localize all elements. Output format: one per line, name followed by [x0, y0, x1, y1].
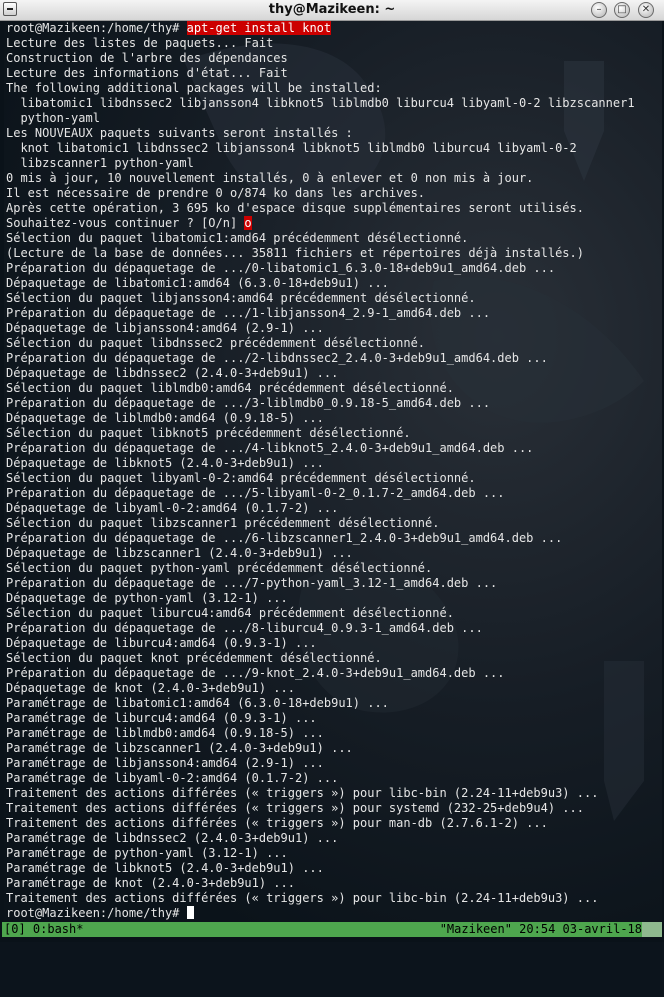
output-line: Sélection du paquet libatomic1:amd64 pré… — [6, 231, 469, 245]
output-line: Il est nécessaire de prendre 0 o/874 ko … — [6, 186, 426, 200]
output-line: Lecture des informations d'état... Fait — [6, 66, 288, 80]
output-line: python-yaml — [6, 111, 100, 125]
output-line: Paramétrage de knot (2.4.0-3+deb9u1) ... — [6, 876, 295, 890]
window-title: thy@Mazikeen: ~ — [268, 2, 396, 17]
output-line: Dépaquetage de libknot5 (2.4.0-3+deb9u1)… — [6, 456, 324, 470]
output-line: Traitement des actions différées (« trig… — [6, 816, 548, 830]
prompt: root@Mazikeen:/home/thy# — [6, 21, 180, 35]
confirm-prompt-line: Souhaitez-vous continuer ? [O/n] o — [6, 216, 635, 231]
output-line: Sélection du paquet liburcu4:amd64 précé… — [6, 606, 454, 620]
output-line: The following additional packages will b… — [6, 81, 382, 95]
status-window-list[interactable]: [0] 0:bash* — [4, 922, 83, 937]
output-line: Les NOUVEAUX paquets suivants seront ins… — [6, 126, 353, 140]
output-line: Préparation du dépaquetage de .../3-libl… — [6, 396, 491, 410]
output-line: Paramétrage de python-yaml (3.12-1) ... — [6, 846, 288, 860]
command-highlight: apt-get install knot — [186, 21, 332, 35]
output-line: (Lecture de la base de données... 35811 … — [6, 246, 584, 260]
output-line: Dépaquetage de libyaml-0-2:amd64 (0.1.7-… — [6, 501, 339, 515]
output-line: Préparation du dépaquetage de .../6-libz… — [6, 531, 563, 545]
output-line: knot libatomic1 libdnssec2 libjansson4 l… — [6, 141, 577, 155]
output-line: Sélection du paquet libyaml-0-2:amd64 pr… — [6, 471, 476, 485]
output-line: Préparation du dépaquetage de .../8-libu… — [6, 621, 483, 635]
output-line: Après cette opération, 3 695 ko d'espace… — [6, 201, 584, 215]
output-line: Sélection du paquet python-yaml précédem… — [6, 561, 433, 575]
maximize-icon[interactable]: □ — [614, 2, 630, 18]
output-line: Paramétrage de libknot5 (2.4.0-3+deb9u1)… — [6, 861, 324, 875]
confirm-question: Souhaitez-vous continuer ? [O/n] — [6, 216, 245, 230]
output-line: Paramétrage de libdnssec2 (2.4.0-3+deb9u… — [6, 831, 339, 845]
terminal-window: thy@Mazikeen: ~ – □ ✕ root@Mazikeen:/hom… — [0, 0, 664, 942]
output-line: Paramétrage de libyaml-0-2:amd64 (0.1.7-… — [6, 771, 339, 785]
close-icon[interactable]: ✕ — [638, 2, 654, 18]
output-line: Dépaquetage de knot (2.4.0-3+deb9u1) ... — [6, 681, 295, 695]
output-line: libatomic1 libdnssec2 libjansson4 libkno… — [6, 96, 635, 110]
output-line: Dépaquetage de libdnssec2 (2.4.0-3+deb9u… — [6, 366, 339, 380]
output-line: Paramétrage de liburcu4:amd64 (0.9.3-1) … — [6, 711, 317, 725]
output-line: Traitement des actions différées (« trig… — [6, 801, 584, 815]
terminal-output: root@Mazikeen:/home/thy# apt-get install… — [6, 21, 635, 921]
output-line: Paramétrage de libatomic1:amd64 (6.3.0-1… — [6, 696, 389, 710]
output-line: Préparation du dépaquetage de .../9-knot… — [6, 666, 505, 680]
output-line: Préparation du dépaquetage de .../0-liba… — [6, 261, 556, 275]
output-line: Construction de l'arbre des dépendances — [6, 51, 288, 65]
minimize-icon[interactable]: – — [591, 2, 607, 18]
output-line: Dépaquetage de libzscanner1 (2.4.0-3+deb… — [6, 546, 353, 560]
output-line: Préparation du dépaquetage de .../2-libd… — [6, 351, 548, 365]
title-bar[interactable]: thy@Mazikeen: ~ – □ ✕ — [0, 0, 664, 21]
terminal-area[interactable]: root@Mazikeen:/home/thy# apt-get install… — [4, 21, 662, 922]
status-host-clock: "Mazikeen" 20:54 03-avril-18 — [439, 922, 642, 936]
output-line: Paramétrage de liblmdb0:amd64 (0.9.18-5)… — [6, 726, 324, 740]
output-line: Sélection du paquet libjansson4:amd64 pr… — [6, 291, 476, 305]
status-bar-edge — [642, 922, 662, 937]
output-line: Dépaquetage de python-yaml (3.12-1) ... — [6, 591, 288, 605]
prompt: root@Mazikeen:/home/thy# — [6, 906, 180, 920]
output-line: Dépaquetage de liburcu4:amd64 (0.9.3-1) … — [6, 636, 317, 650]
output-line: Sélection du paquet knot précédemment dé… — [6, 651, 382, 665]
output-line: Préparation du dépaquetage de .../5-liby… — [6, 486, 505, 500]
output-line: libzscanner1 python-yaml — [6, 156, 194, 170]
output-line: Préparation du dépaquetage de .../7-pyth… — [6, 576, 498, 590]
output-line: Paramétrage de libzscanner1 (2.4.0-3+deb… — [6, 741, 353, 755]
output-line: Préparation du dépaquetage de .../4-libk… — [6, 441, 534, 455]
output-line: Lecture des listes de paquets... Fait — [6, 36, 274, 50]
output-line: Paramétrage de libjansson4:amd64 (2.9-1)… — [6, 756, 324, 770]
output-line: Sélection du paquet liblmdb0:amd64 précé… — [6, 381, 454, 395]
output-line: Sélection du paquet libknot5 précédemmen… — [6, 426, 411, 440]
output-line: Traitement des actions différées (« trig… — [6, 786, 599, 800]
output-line: Préparation du dépaquetage de .../1-libj… — [6, 306, 491, 320]
output-line: Dépaquetage de liblmdb0:amd64 (0.9.18-5)… — [6, 411, 324, 425]
output-line: Sélection du paquet libdnssec2 précédemm… — [6, 336, 426, 350]
output-line: Traitement des actions différées (« trig… — [6, 891, 599, 905]
confirm-answer: o — [244, 216, 252, 230]
tmux-status-bar: [0] 0:bash* "Mazikeen" 20:54 03-avril-18 — [2, 922, 662, 937]
final-prompt-line[interactable]: root@Mazikeen:/home/thy# — [6, 906, 635, 921]
output-line: Dépaquetage de libatomic1:amd64 (6.3.0-1… — [6, 276, 389, 290]
output-line: Sélection du paquet libzscanner1 précéde… — [6, 516, 440, 530]
command-line: root@Mazikeen:/home/thy# apt-get install… — [6, 21, 635, 36]
output-line: Dépaquetage de libjansson4:amd64 (2.9-1)… — [6, 321, 324, 335]
text-cursor — [186, 906, 194, 919]
output-line: 0 mis à jour, 10 nouvellement installés,… — [6, 171, 534, 185]
